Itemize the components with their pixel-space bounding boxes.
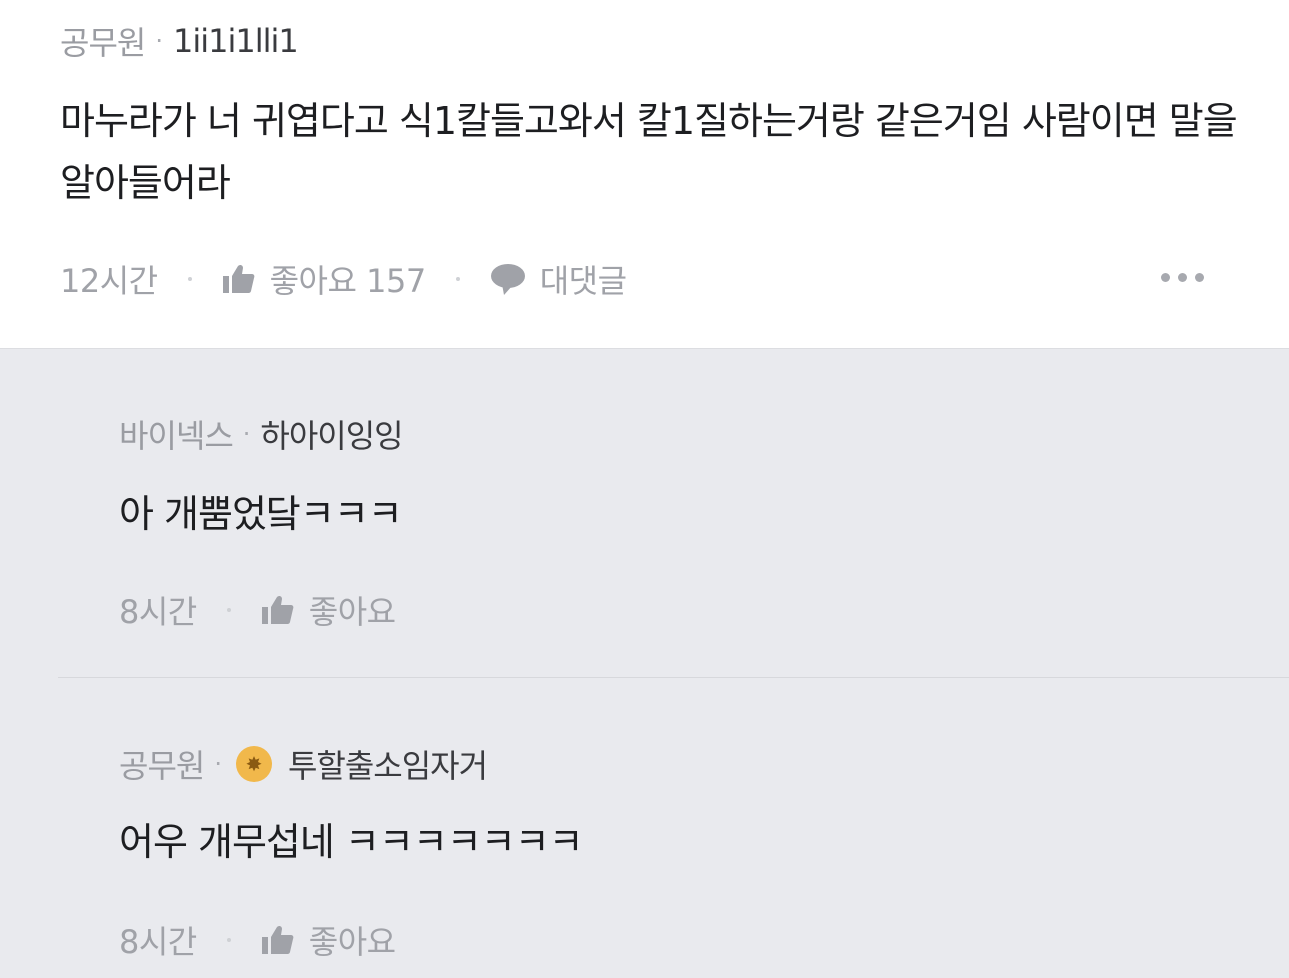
thumbs-up-icon — [222, 263, 256, 295]
reply-actions: 8시간 좋아요 — [119, 587, 396, 633]
thumbs-up-icon — [261, 924, 295, 956]
like-button[interactable]: 좋아요 — [261, 917, 396, 963]
comment-author: 공무원 · 1ii1i1lli1 — [60, 18, 299, 64]
speech-bubble-icon — [490, 262, 526, 296]
action-separator — [455, 277, 460, 281]
action-separator — [226, 608, 231, 612]
more-options-icon[interactable] — [1161, 273, 1204, 282]
author-nickname[interactable]: 투할출소임자거 — [288, 741, 488, 787]
author-company: 바이넥스 — [119, 417, 234, 455]
like-button[interactable]: 좋아요 — [261, 587, 396, 633]
reply-button[interactable]: 대댓글 — [490, 256, 627, 302]
meta-separator: · — [214, 750, 222, 778]
reply-list: 바이넥스 · 하아이잉잉 아 개뿜었닼ㅋㅋㅋ 8시간 좋아요 공무원 · ✸ 투… — [0, 348, 1289, 978]
comment-time: 12시간 — [60, 262, 158, 300]
thumbs-up-icon — [261, 594, 295, 626]
author-nickname[interactable]: 1ii1i1lli1 — [173, 22, 299, 60]
reply-time: 8시간 — [119, 593, 197, 631]
meta-separator: · — [242, 420, 251, 448]
author-company: 공무원 — [119, 747, 205, 785]
reply-divider — [58, 677, 1289, 678]
author-company: 공무원 — [60, 24, 146, 62]
reply-text: 어우 개무섭네 ㅋㅋㅋㅋㅋㅋㅋ — [119, 820, 584, 864]
like-label: 좋아요 — [308, 923, 396, 961]
reply-author: 바이넥스 · 하아이잉잉 — [119, 411, 404, 457]
action-separator — [226, 938, 231, 942]
meta-separator: · — [155, 27, 163, 55]
comment-actions: 12시간 좋아요 157 대댓글 — [60, 256, 627, 302]
author-nickname[interactable]: 하아이잉잉 — [260, 411, 403, 457]
gold-badge-icon: ✸ — [235, 746, 272, 782]
reply-text: 아 개뿜었닼ㅋㅋㅋ — [119, 492, 403, 536]
reply-label: 대댓글 — [539, 262, 627, 300]
reply-actions: 8시간 좋아요 — [119, 917, 396, 963]
comment: 공무원 · 1ii1i1lli1 마누라가 너 귀엽다고 식1칼들고와서 칼1질… — [0, 0, 1289, 348]
like-button[interactable]: 좋아요 157 — [222, 256, 426, 302]
comment-text: 마누라가 너 귀엽다고 식1칼들고와서 칼1질하는거랑 같은거임 사람이면 말을… — [60, 99, 1238, 205]
action-separator — [187, 277, 192, 281]
reply-time: 8시간 — [119, 923, 197, 961]
reply-author: 공무원 · ✸ 투할출소임자거 — [119, 741, 488, 787]
like-count: 좋아요 157 — [269, 262, 427, 300]
like-label: 좋아요 — [308, 593, 396, 631]
